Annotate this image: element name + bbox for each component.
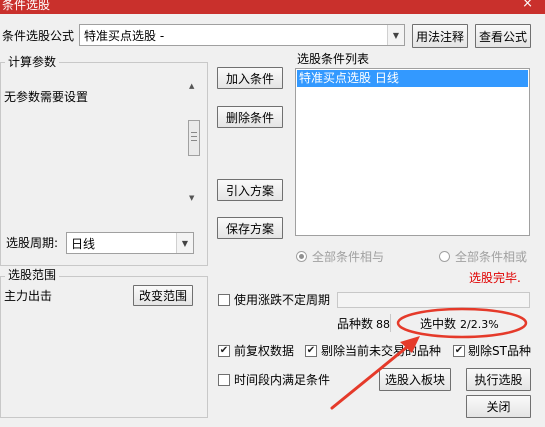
annotation-overlay bbox=[330, 307, 528, 410]
annotation-arrow-line bbox=[330, 341, 414, 410]
highlight-ellipse bbox=[396, 307, 528, 339]
